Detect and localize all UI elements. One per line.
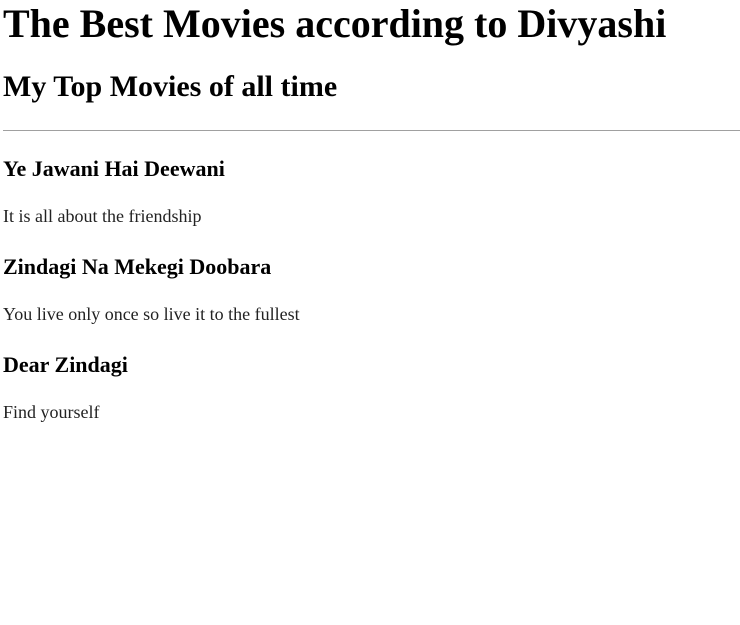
list-item: Dear Zindagi Find yourself <box>3 352 740 423</box>
movie-list: Ye Jawani Hai Deewani It is all about th… <box>3 156 740 423</box>
page-title: The Best Movies according to Divyashi <box>3 1 667 46</box>
divider <box>3 130 740 131</box>
movie-title: Ye Jawani Hai Deewani <box>3 156 225 181</box>
movie-description: Find yourself <box>3 402 100 422</box>
movie-description: You live only once so live it to the ful… <box>3 304 300 324</box>
page-subtitle: My Top Movies of all time <box>3 70 338 103</box>
movie-title: Dear Zindagi <box>3 352 128 377</box>
movie-description: It is all about the friendship <box>3 206 202 226</box>
movie-title: Zindagi Na Mekegi Doobara <box>3 254 272 279</box>
list-item: Ye Jawani Hai Deewani It is all about th… <box>3 156 740 227</box>
list-item: Zindagi Na Mekegi Doobara You live only … <box>3 254 740 325</box>
